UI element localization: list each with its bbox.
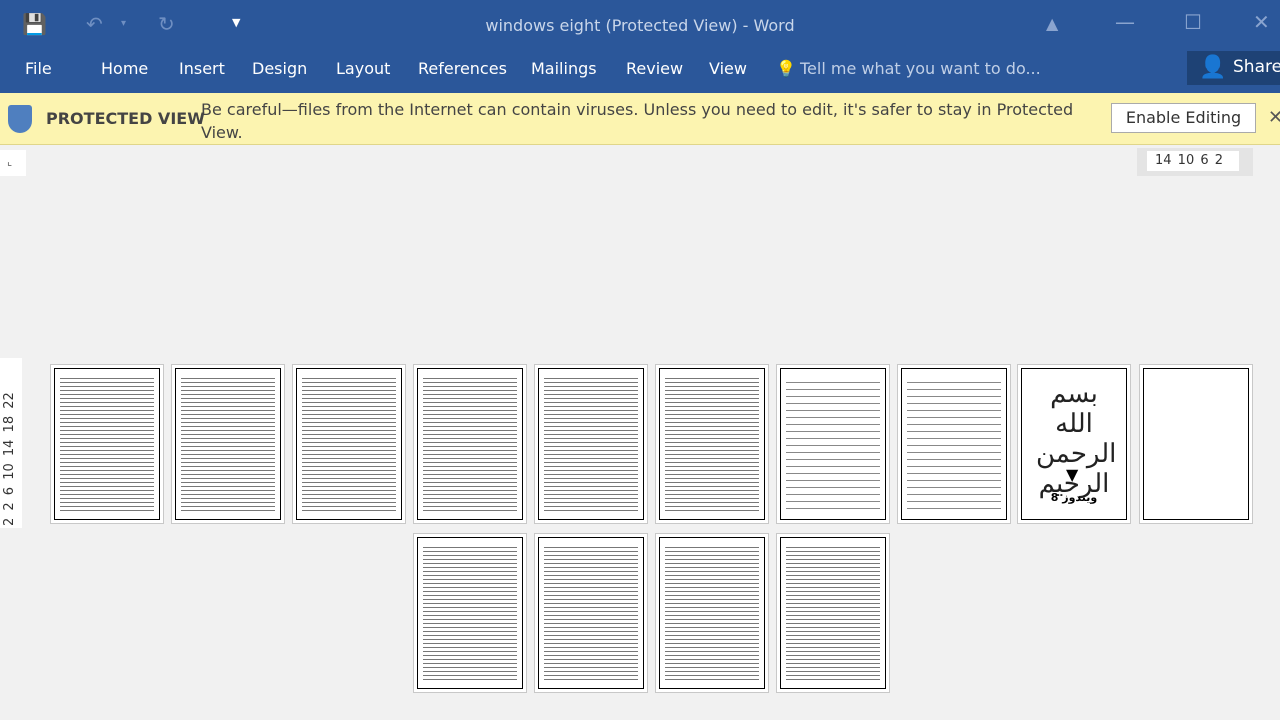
person-add-icon: 👤 — [1199, 55, 1227, 80]
page-text — [544, 376, 638, 512]
tab-references[interactable]: References — [418, 59, 507, 78]
tab-mailings[interactable]: Mailings — [531, 59, 597, 78]
minimize-icon[interactable]: — — [1115, 10, 1135, 34]
tab-selector[interactable]: ⌞ — [0, 150, 26, 176]
page-text — [786, 376, 880, 512]
page-text — [786, 545, 880, 681]
page-thumbnail[interactable] — [50, 364, 164, 524]
protected-view-message: Be careful—files from the Internet can c… — [201, 100, 1074, 142]
page-title-page[interactable]: بسم الله الرحمن الرحيم ▼ ویندوز 8 — [1017, 364, 1131, 524]
tab-insert[interactable]: Insert — [179, 59, 225, 78]
tab-file[interactable]: File — [25, 59, 52, 78]
protected-view-bar: PROTECTED VIEW Be careful—files from the… — [0, 93, 1280, 145]
tab-design[interactable]: Design — [252, 59, 307, 78]
page-text — [423, 376, 517, 512]
close-bar-icon[interactable]: ✕ — [1268, 107, 1280, 128]
page-text — [302, 376, 396, 512]
tab-view[interactable]: View — [709, 59, 747, 78]
page-text — [665, 376, 759, 512]
ruler-numbers: 14 10 6 2 — [1147, 151, 1239, 171]
page-thumbnail[interactable] — [1139, 364, 1253, 524]
enable-editing-button[interactable]: Enable Editing — [1111, 103, 1256, 133]
page-text — [423, 545, 517, 681]
window-title: windows eight (Protected View) - Word — [485, 16, 795, 35]
page-thumbnail[interactable] — [655, 533, 769, 693]
ruler-numbers: 2 2 6 10 14 18 22 — [2, 392, 17, 526]
page-thumbnail[interactable] — [534, 364, 648, 524]
share-label: Share — [1233, 57, 1280, 77]
share-button[interactable]: 👤 Share — [1187, 51, 1280, 85]
page-text — [665, 545, 759, 681]
document-title: ویندوز 8 — [1050, 491, 1098, 504]
page-text — [907, 376, 1001, 512]
lightbulb-icon: 💡 — [776, 59, 796, 78]
horizontal-ruler[interactable]: 14 10 6 2 — [1137, 148, 1253, 176]
page-thumbnail[interactable] — [171, 364, 285, 524]
tell-me-input[interactable]: Tell me what you want to do... — [800, 59, 1041, 78]
page-thumbnail[interactable] — [413, 364, 527, 524]
page-text — [60, 376, 154, 512]
tab-review[interactable]: Review — [626, 59, 683, 78]
university-logo-icon: ▼ — [1066, 465, 1079, 484]
page-text — [544, 545, 638, 681]
tab-layout[interactable]: Layout — [336, 59, 390, 78]
page-thumbnail[interactable] — [655, 364, 769, 524]
page-thumbnail[interactable] — [897, 364, 1011, 524]
shield-icon — [8, 105, 32, 133]
title-bar: 💾 ↶ ▾ ↻ ▼ windows eight (Protected View)… — [0, 0, 1280, 47]
ribbon-tabs: File Home Insert Design Layout Reference… — [0, 47, 1280, 93]
page-thumbnail[interactable] — [534, 533, 648, 693]
maximize-icon[interactable]: ☐ — [1184, 10, 1202, 34]
vertical-ruler[interactable]: 2 2 6 10 14 18 22 — [0, 358, 22, 528]
bismillah-calligraphy: بسم الله الرحمن الرحيم — [1036, 379, 1117, 499]
protected-view-title: PROTECTED VIEW — [46, 109, 205, 128]
page-thumbnail[interactable] — [292, 364, 406, 524]
page-text — [181, 376, 275, 512]
ribbon-display-icon[interactable]: ▲ — [1046, 14, 1058, 33]
page-thumbnail[interactable] — [413, 533, 527, 693]
tab-home[interactable]: Home — [101, 59, 148, 78]
close-icon[interactable]: ✕ — [1253, 10, 1270, 34]
page-thumbnail[interactable] — [776, 364, 890, 524]
page-thumbnail[interactable] — [776, 533, 890, 693]
